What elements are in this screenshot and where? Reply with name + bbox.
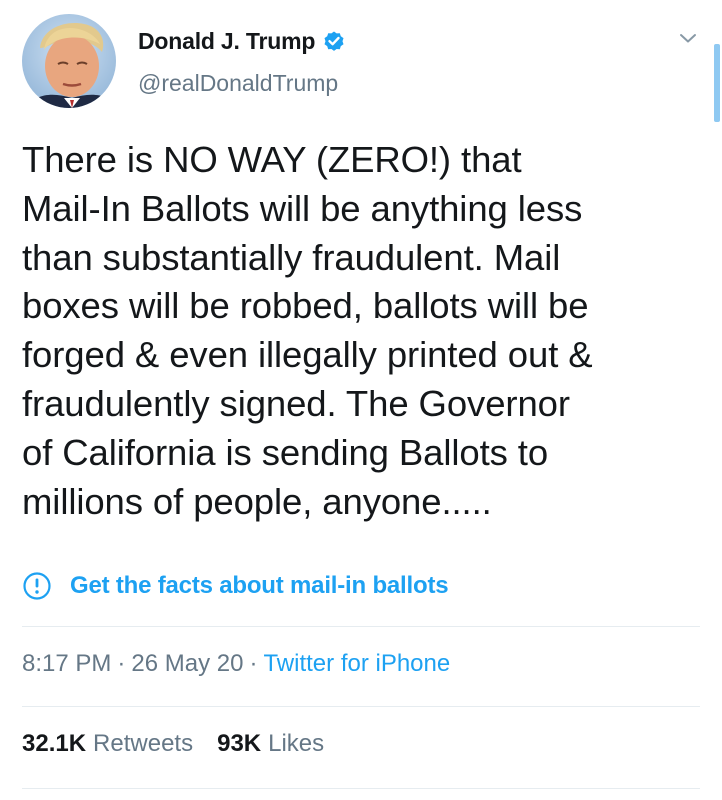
meta-separator: · [249, 650, 258, 677]
user-handle[interactable]: @realDonaldTrump [138, 70, 346, 97]
scrollbar[interactable] [714, 44, 720, 122]
divider [22, 706, 700, 707]
tweet-time: 8:17 PM [22, 650, 112, 677]
author-block[interactable]: Donald J. Trump @realDonaldTrump [138, 26, 346, 97]
tweet-text: There is NO WAY (ZERO!) that Mail-In Bal… [22, 139, 593, 522]
facts-notice[interactable]: Get the facts about mail-in ballots [22, 570, 449, 602]
tweet-meta: 8:17 PM · 26 May 20 · Twitter for iPhone [22, 650, 450, 678]
tweet-detail: Donald J. Trump @realDonaldTrump There i… [0, 0, 722, 800]
likes-stat[interactable]: 93K Likes [217, 730, 324, 758]
avatar[interactable] [22, 14, 116, 108]
chevron-down-icon[interactable] [676, 26, 700, 50]
retweets-count: 32.1K [22, 730, 87, 757]
meta-separator: · [117, 650, 126, 677]
verified-badge-icon [322, 29, 346, 53]
facts-link[interactable]: Get the facts about mail-in ballots [70, 572, 449, 600]
tweet-source-link[interactable]: Twitter for iPhone [263, 650, 450, 678]
exclamation-circle-icon [22, 571, 52, 601]
tweet-stats: 32.1K Retweets 93K Likes [22, 730, 348, 758]
name-row: Donald J. Trump [138, 26, 346, 56]
display-name[interactable]: Donald J. Trump [138, 28, 315, 55]
retweets-stat[interactable]: 32.1K Retweets [22, 730, 193, 758]
tweet-date: 26 May 20 [131, 650, 244, 677]
divider [22, 626, 700, 627]
avatar-image [22, 14, 116, 108]
likes-count: 93K [217, 730, 262, 757]
likes-label: Likes [268, 730, 325, 757]
divider [22, 788, 700, 789]
retweets-label: Retweets [93, 730, 194, 757]
